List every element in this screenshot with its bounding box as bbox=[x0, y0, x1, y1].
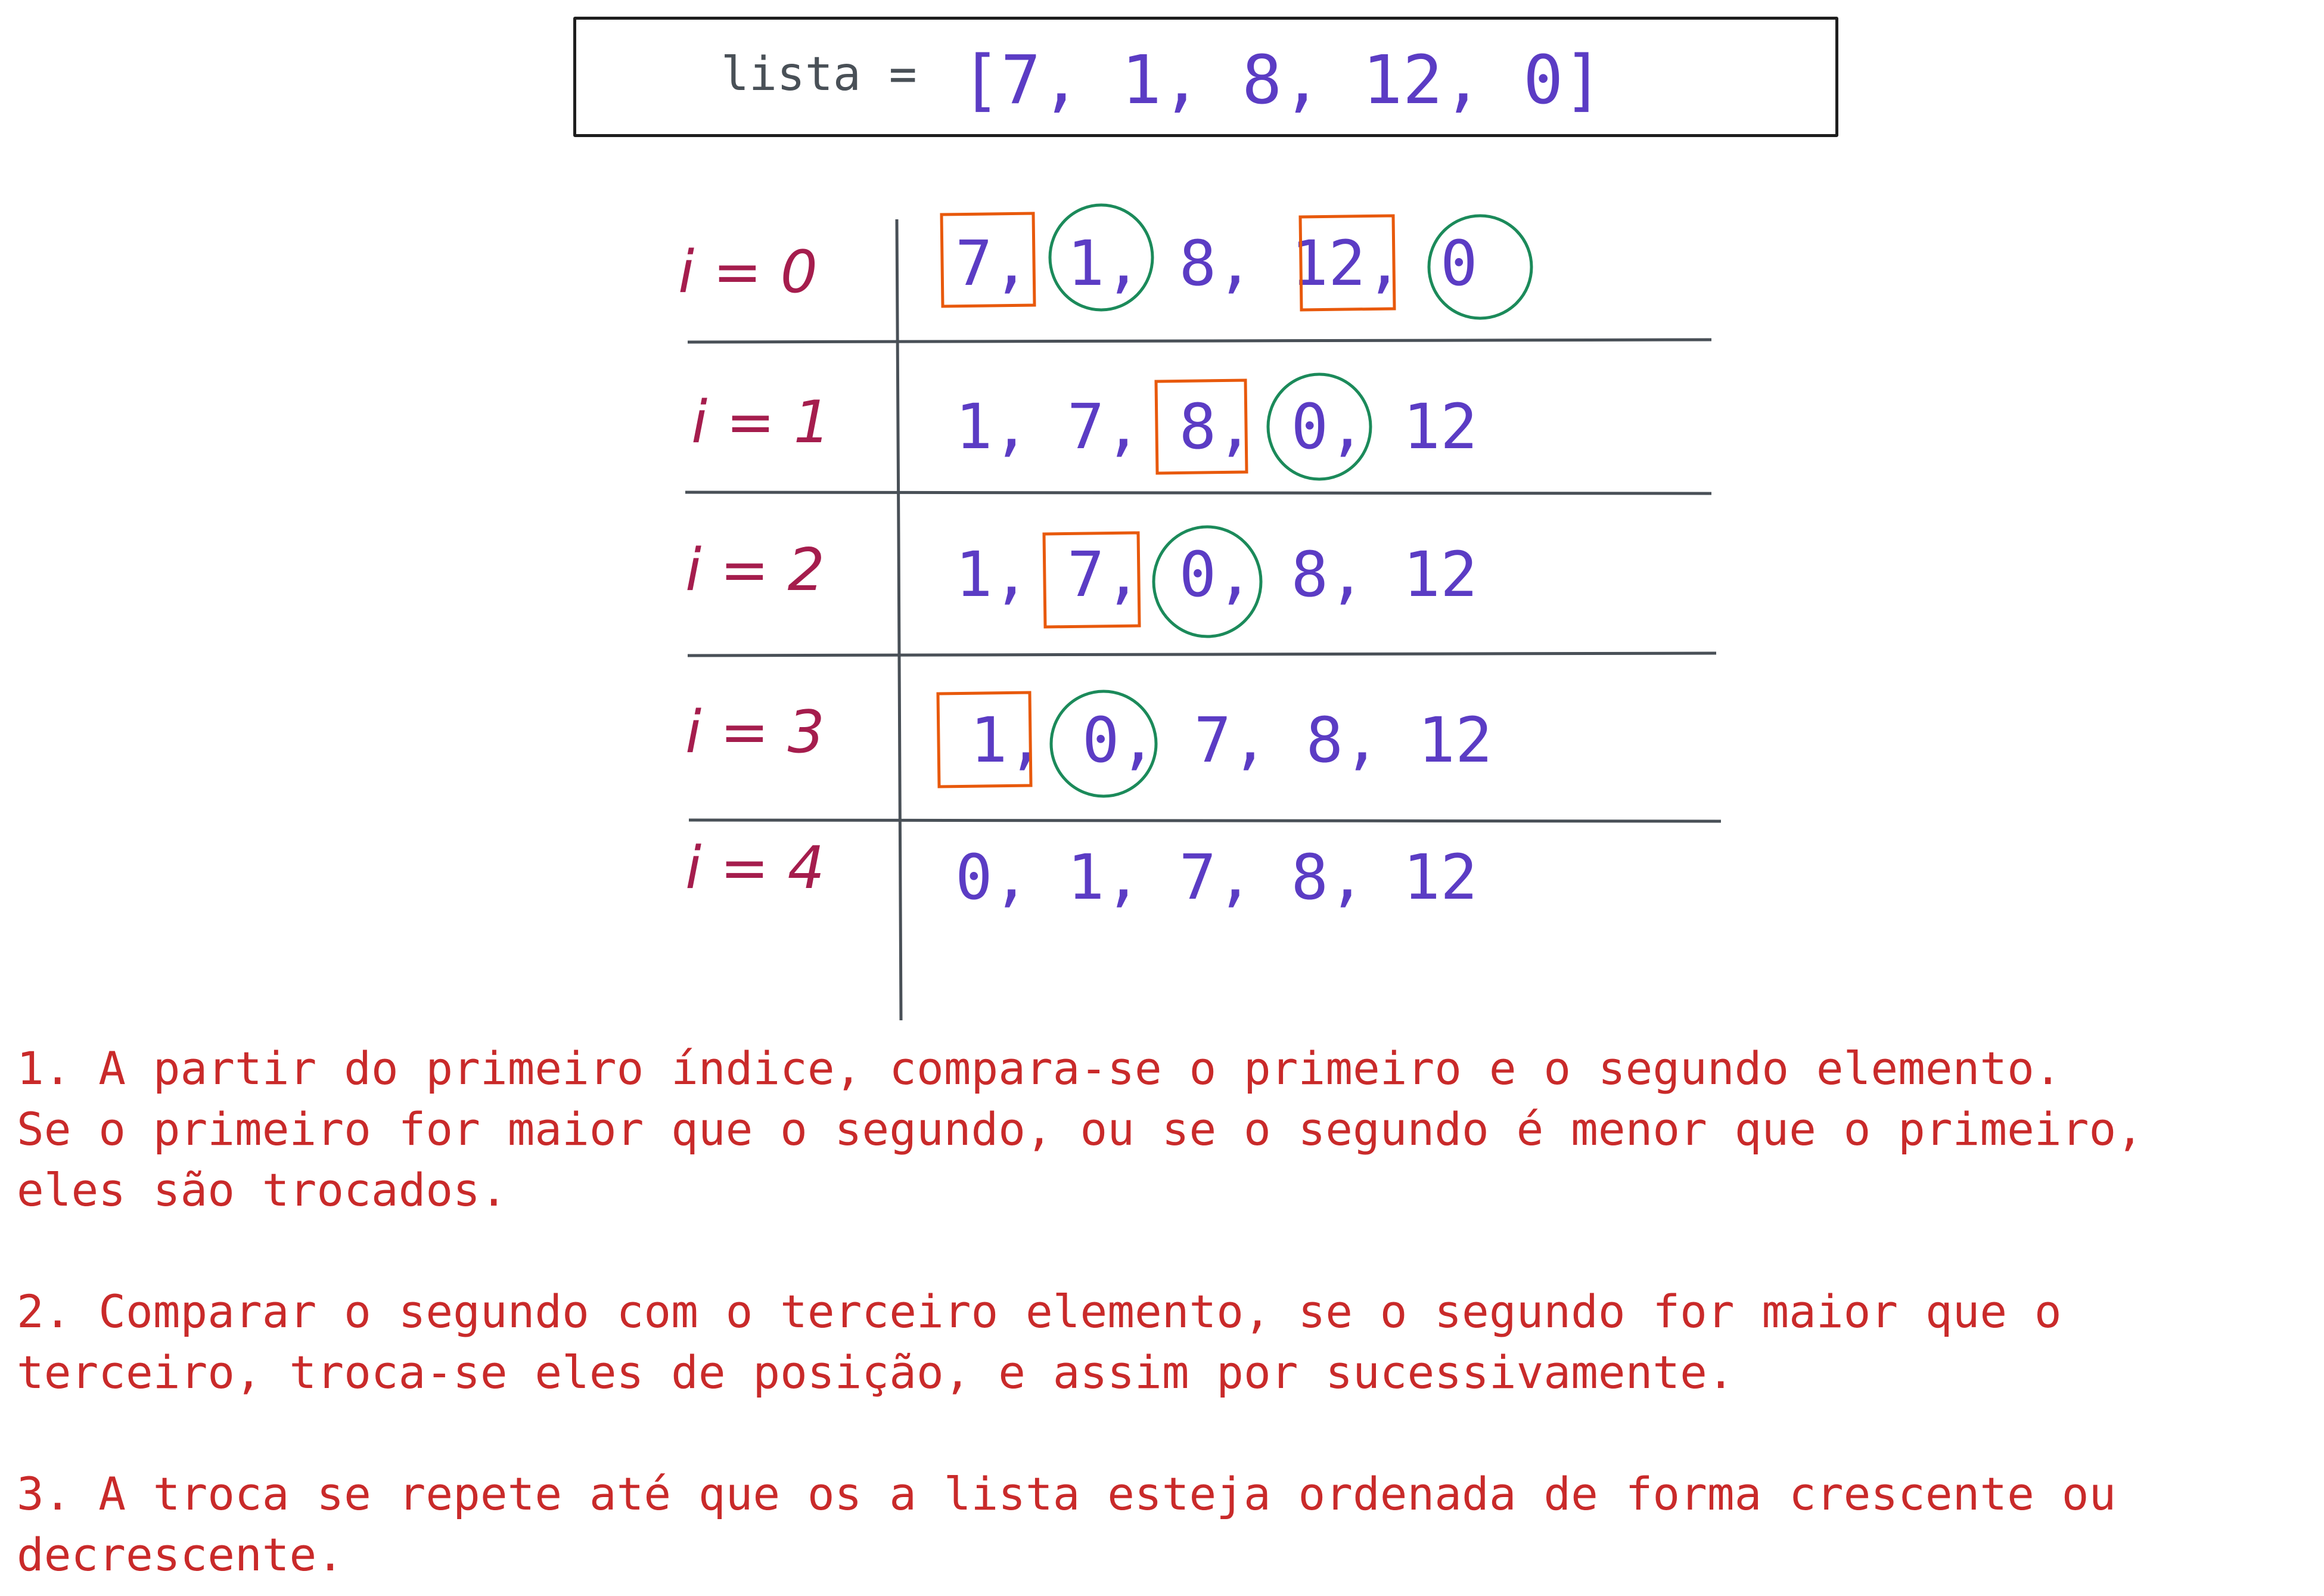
note-step-3: 3. A troca se repete até que os a lista … bbox=[17, 1467, 2117, 1581]
row-values-i2: 1, 7, 0, 8, 12 bbox=[955, 538, 1478, 611]
row-label-i3: i = 3 bbox=[685, 698, 825, 766]
bubble-sort-table: i = 0 i = 1 i = 2 i = 3 i = 4 7, 1, 8, 1… bbox=[678, 203, 1722, 1021]
row-label-i2: i = 2 bbox=[685, 536, 825, 604]
note-step-1: 1. A partir do primeiro índice, compara-… bbox=[17, 1042, 2143, 1216]
row-separator bbox=[688, 818, 1722, 823]
row-label-i1: i = 1 bbox=[691, 389, 831, 457]
note-step-2: 2. Comparar o segundo com o terceiro ele… bbox=[17, 1285, 2062, 1399]
row-values-i4: 0, 1, 7, 8, 12 bbox=[955, 841, 1478, 914]
row-separator bbox=[687, 338, 1712, 344]
row-separator bbox=[687, 651, 1717, 657]
row-values-i1: 1, 7, 8, 0, 12 bbox=[955, 390, 1478, 463]
row-label-i4: i = 4 bbox=[685, 834, 825, 902]
table-vertical-divider bbox=[895, 219, 903, 1021]
explanation-notes: 1. A partir do primeiro índice, compara-… bbox=[17, 1038, 2317, 1585]
row-label-i0: i = 0 bbox=[678, 238, 818, 306]
row-separator bbox=[685, 490, 1712, 495]
row-values-i3: 1, 0, 7, 8, 12 bbox=[970, 704, 1493, 777]
